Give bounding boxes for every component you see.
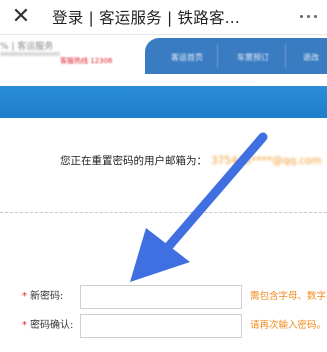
nav-divider xyxy=(285,44,286,68)
required-mark: * xyxy=(22,291,27,302)
new-password-input[interactable] xyxy=(80,285,242,309)
nav-divider xyxy=(217,44,218,68)
reset-info-prefix: 您正在重置密码的用户邮箱为： xyxy=(60,155,207,167)
app-titlebar: ✕ 登录 | 客运服务 | 铁路客... xyxy=(0,0,327,35)
nav-item-home[interactable]: 客运首页 xyxy=(171,52,203,63)
more-options-icon[interactable] xyxy=(300,15,320,21)
nav-item-refund[interactable]: 退改 xyxy=(303,52,319,63)
required-mark: * xyxy=(22,320,27,331)
site-logo xyxy=(0,52,60,56)
close-icon[interactable]: ✕ xyxy=(9,4,33,30)
dashed-divider xyxy=(0,212,327,213)
page-title: 登录 | 客运服务 | 铁路客... xyxy=(52,9,241,27)
confirm-password-row: * 密码确认: 请再次输入密码。 xyxy=(0,314,327,338)
user-email: 375445****@qq.com xyxy=(211,155,322,167)
confirm-password-label: * 密码确认: xyxy=(22,318,78,334)
nav-item-booking[interactable]: 车票预订 xyxy=(237,52,269,63)
new-password-label: * 新密码: xyxy=(22,289,78,305)
new-password-label-text: 新密码: xyxy=(30,291,64,302)
reset-info-text: 您正在重置密码的用户邮箱为： 375445****@qq.com xyxy=(60,153,322,169)
content-header-bar xyxy=(0,86,327,118)
new-password-hint: 需包含字母、数字、 xyxy=(250,291,327,302)
site-logo-text: % | 客运服务 xyxy=(0,42,54,52)
confirm-password-hint: 请再次输入密码。 xyxy=(250,320,327,331)
page: ✕ 登录 | 客运服务 | 铁路客... % | 客运服务 客服热线 12306… xyxy=(0,0,327,352)
site-nav-bar: 客运首页 车票预订 退改 xyxy=(145,38,327,74)
service-hotline: 客服热线 12306 xyxy=(60,57,113,65)
new-password-row: * 新密码: 需包含字母、数字、 xyxy=(0,285,327,309)
confirm-password-label-text: 密码确认: xyxy=(30,320,74,331)
confirm-password-input[interactable] xyxy=(80,314,242,338)
